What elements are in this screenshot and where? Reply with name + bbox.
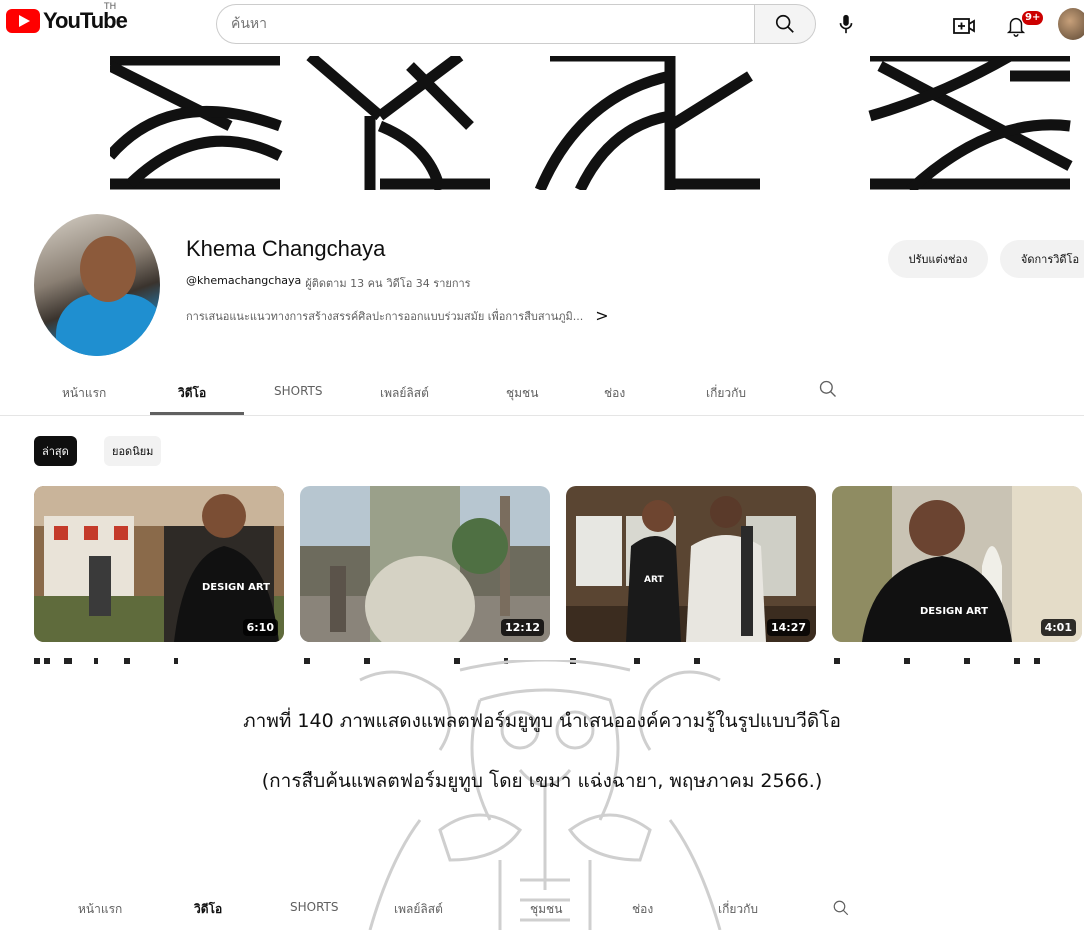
tab-videos[interactable]: วิดีโอ [178, 384, 206, 403]
chevron-right-icon[interactable]: > [595, 306, 608, 325]
search-input[interactable] [217, 5, 754, 43]
avatar-shirt [56, 294, 160, 356]
channel-search-icon[interactable] [818, 378, 838, 400]
notification-badge: 9+ [1022, 11, 1044, 25]
active-tab-indicator [150, 412, 244, 415]
chip-latest[interactable]: ล่าสุด [34, 436, 77, 466]
video-thumbnail[interactable]: DESIGN ART 6:10 [34, 486, 284, 642]
tab-channels[interactable]: ช่อง [604, 384, 625, 403]
customize-channel-button[interactable]: ปรับแต่งช่อง [888, 240, 988, 278]
tab-shorts[interactable]: SHORTS [274, 384, 323, 398]
search-box [216, 4, 754, 44]
video-duration: 12:12 [500, 619, 544, 636]
channel-avatar[interactable] [34, 214, 160, 356]
chip-popular[interactable]: ยอดนิยม [104, 436, 162, 466]
country-code: TH [104, 2, 117, 12]
manage-videos-button[interactable]: จัดการวิดีโอ [1000, 240, 1084, 278]
figure-caption-line2: (การสืบค้นแพลตฟอร์มยูทูบ โดย เขมา แฉ่งฉา… [261, 770, 823, 792]
channel-tabs-repeat: หน้าแรก วิดีโอ SHORTS เพลย์ลิสต์ ชุมชน ช… [0, 898, 1084, 938]
account-avatar[interactable] [1058, 8, 1084, 40]
video-count: วิดีโอ 34 รายการ [386, 277, 471, 290]
shirt-print: ART [644, 575, 664, 585]
tab-videos[interactable]: วิดีโอ [194, 900, 222, 919]
video-duration: 14:27 [766, 619, 810, 636]
tab-channels[interactable]: ช่อง [632, 900, 653, 919]
subscriber-count: ผู้ติดตาม 13 คน [305, 277, 383, 290]
microphone-icon [839, 14, 853, 34]
tab-home[interactable]: หน้าแรก [78, 900, 122, 919]
voice-search-button[interactable] [826, 4, 866, 44]
video-thumbnail[interactable]: ART 14:27 [566, 486, 816, 642]
youtube-play-icon [6, 9, 40, 33]
tab-playlists[interactable]: เพลย์ลิสต์ [380, 384, 429, 403]
tab-about[interactable]: เกี่ยวกับ [718, 900, 758, 919]
channel-meta: @khemachangchaya ผู้ติดตาม 13 คน วิดีโอ … [186, 274, 471, 292]
channel-search-icon[interactable] [832, 898, 850, 918]
search-icon [775, 14, 794, 33]
video-thumbnail[interactable]: DESIGN ART 4:01 [832, 486, 1082, 642]
channel-tabs: หน้าแรก วิดีโอ SHORTS เพลย์ลิสต์ ชุมชน ช… [0, 370, 1084, 416]
tab-about[interactable]: เกี่ยวกับ [706, 384, 746, 403]
channel-handle: @khemachangchaya [186, 274, 302, 287]
channel-name: Khema Changchaya [186, 236, 386, 261]
tab-shorts[interactable]: SHORTS [290, 900, 339, 914]
video-duration: 6:10 [242, 619, 278, 636]
figure-caption-line1: ภาพที่ 140 ภาพแสดงแพลตฟอร์มยูทูบ นำเสนออ… [243, 710, 841, 732]
video-thumbnail[interactable]: 12:12 [300, 486, 550, 642]
channel-description[interactable]: การเสนอแนะแนวทางการสร้างสรรค์ศิลปะการออก… [186, 306, 609, 325]
shirt-print: DESIGN ART [202, 582, 270, 593]
top-bar: YouTube TH 9+ [0, 0, 1084, 56]
tab-playlists[interactable]: เพลย์ลิสต์ [394, 900, 443, 919]
create-video-icon [953, 18, 975, 34]
shirt-print: DESIGN ART [920, 606, 988, 617]
description-text: การเสนอแนะแนวทางการสร้างสรรค์ศิลปะการออก… [186, 309, 584, 323]
tab-community[interactable]: ชุมชน [530, 900, 562, 919]
avatar-face [80, 236, 136, 302]
tab-community[interactable]: ชุมชน [506, 384, 538, 403]
video-duration: 4:01 [1040, 619, 1076, 636]
search-button[interactable] [754, 4, 816, 44]
tab-home[interactable]: หน้าแรก [62, 384, 106, 403]
channel-banner [110, 56, 1073, 190]
create-button[interactable] [944, 8, 984, 44]
